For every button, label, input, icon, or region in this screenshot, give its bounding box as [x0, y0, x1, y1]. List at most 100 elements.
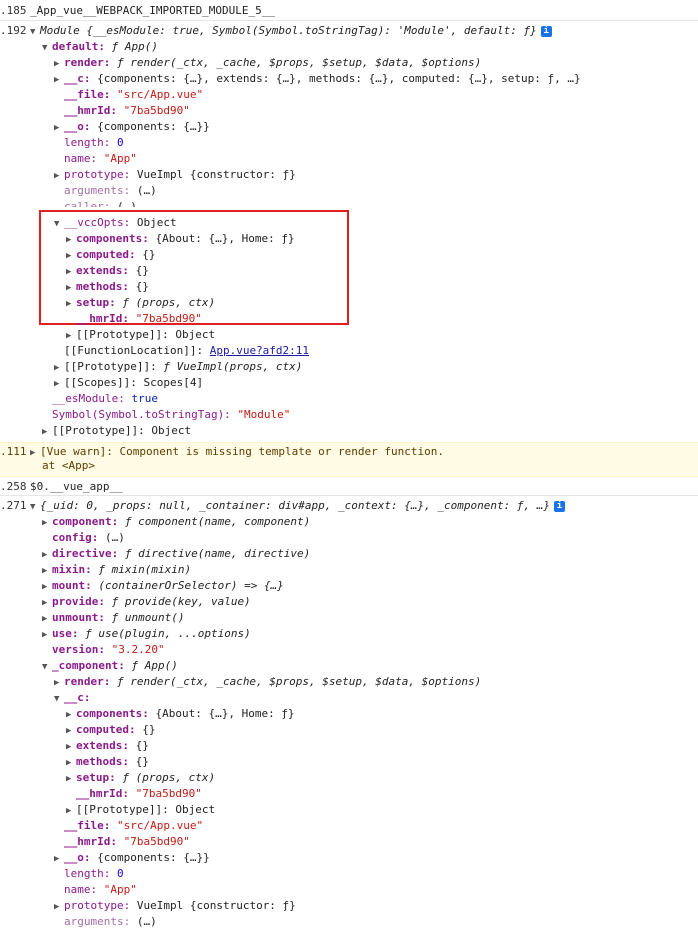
tree-row[interactable]: ▶ [[Prototype]]: Object	[0, 802, 698, 818]
expand-icon[interactable]: ▶	[66, 739, 76, 755]
tree-row[interactable]: config: (…)	[0, 530, 698, 546]
tree-row[interactable]: ▶ prototype: VueImpl {constructor: ƒ}	[0, 898, 698, 914]
expand-icon[interactable]: ▶	[66, 771, 76, 787]
expand-icon[interactable]: ▶	[66, 232, 76, 248]
tree-row: length: 0	[0, 866, 698, 882]
expand-icon[interactable]: ▶	[66, 328, 76, 344]
expand-icon[interactable]: ▶	[54, 72, 64, 88]
collapse-icon[interactable]: ▼	[54, 691, 64, 707]
tree-row[interactable]: ▼ default: ƒ App()	[0, 39, 698, 55]
tree-row[interactable]: ▶ extends: {}	[0, 263, 698, 279]
tree-row[interactable]: ▶ [[Prototype]]: Object	[0, 327, 698, 343]
expand-icon[interactable]: ▶	[54, 120, 64, 136]
tree-row[interactable]: ▶ render: ƒ render(_ctx, _cache, $props, …	[0, 674, 698, 690]
prop-key: computed:	[76, 248, 136, 261]
expand-icon[interactable]: ▶	[42, 627, 52, 643]
tree-row[interactable]: ▶ mount: (containerOrSelector) => {…}	[0, 578, 698, 594]
tree-row[interactable]: ▶ [[Scopes]]: Scopes[4]	[0, 375, 698, 391]
expand-icon[interactable]: ▶	[54, 376, 64, 392]
tree-row[interactable]: ▶ [[Prototype]]: Object	[0, 423, 698, 439]
tree-row[interactable]: ▶ component: ƒ component(name, component)	[0, 514, 698, 530]
tree-row[interactable]: ▼ __vccOpts: Object	[0, 215, 698, 231]
prop-value: "7ba5bd90"	[123, 835, 190, 848]
info-icon[interactable]: i	[553, 500, 565, 512]
expand-icon[interactable]: ▶	[42, 515, 52, 531]
expand-icon[interactable]: ▶	[54, 675, 64, 691]
tree-row[interactable]: ▶ __o: {components: {…}}	[0, 850, 698, 866]
prop-key: __file:	[64, 88, 111, 101]
expand-icon[interactable]: ▶	[42, 424, 52, 440]
tree-row[interactable]: arguments: (…)	[0, 914, 698, 930]
expand-icon[interactable]: ▶	[54, 168, 64, 184]
tree-row[interactable]: ▼ _component: ƒ App()	[0, 658, 698, 674]
tree-row: __hmrId: "7ba5bd90"	[0, 834, 698, 850]
tree-row[interactable]: ▶ __o: {components: {…}}	[0, 119, 698, 135]
prop-value: ƒ component(name, component)	[124, 515, 311, 528]
tree-row[interactable]: ▶ setup: ƒ (props, ctx)	[0, 770, 698, 786]
tree-row[interactable]: ▶ computed: {}	[0, 722, 698, 738]
tree-row[interactable]: ▶ unmount: ƒ unmount()	[0, 610, 698, 626]
expand-icon[interactable]: ▶	[42, 611, 52, 627]
tree-row[interactable]: ▶ components: {About: {…}, Home: ƒ}	[0, 231, 698, 247]
line-prefix: .192	[0, 24, 27, 37]
tree-row[interactable]: ▶ prototype: VueImpl {constructor: ƒ}	[0, 167, 698, 183]
info-icon[interactable]: i	[540, 25, 552, 37]
tree-row[interactable]: ▶ methods: {}	[0, 279, 698, 295]
prop-key: __esModule:	[52, 392, 125, 405]
tree-row[interactable]: arguments: (…)	[0, 183, 698, 199]
expand-icon[interactable]: ▶	[66, 723, 76, 739]
tree-row[interactable]: ▶ components: {About: {…}, Home: ƒ}	[0, 706, 698, 722]
prop-value: {}	[135, 264, 149, 277]
source-link[interactable]: App.vue?afd2:11	[210, 344, 309, 357]
prop-value: ƒ mixin(mixin)	[98, 563, 192, 576]
expand-icon[interactable]: ▶	[66, 280, 76, 296]
expand-icon[interactable]: ▶	[42, 579, 52, 595]
tree-row[interactable]: ▶ use: ƒ use(plugin, ...options)	[0, 626, 698, 642]
lazy-value[interactable]: (…)	[117, 200, 137, 207]
expand-icon[interactable]: ▶	[66, 296, 76, 312]
expand-icon[interactable]: ▶	[66, 248, 76, 264]
warning-location: at <App>	[42, 459, 95, 472]
collapse-icon[interactable]: ▼	[54, 216, 64, 232]
expand-icon[interactable]: ▶	[54, 56, 64, 72]
tree-row[interactable]: ▶ mixin: ƒ mixin(mixin)	[0, 562, 698, 578]
tree-row[interactable]: .192 ▼ Module {__esModule: true, Symbol(S…	[0, 23, 698, 39]
collapse-icon[interactable]: ▼	[42, 659, 52, 675]
expand-icon[interactable]: ▶	[66, 707, 76, 723]
prop-value: ƒ App()	[111, 40, 158, 53]
tree-row[interactable]: ▶ [[Prototype]]: ƒ VueImpl(props, ctx)	[0, 359, 698, 375]
tree-row[interactable]: ▶ provide: ƒ provide(key, value)	[0, 594, 698, 610]
tree-row[interactable]: ▶ __c: {components: {…}, extends: {…}, me…	[0, 71, 698, 87]
expand-icon[interactable]: ▶	[42, 563, 52, 579]
tree-row[interactable]: ▶ computed: {}	[0, 247, 698, 263]
collapse-icon[interactable]: ▼	[30, 499, 40, 515]
tree-row[interactable]: ▶ render: ƒ render(_ctx, _cache, $props, …	[0, 55, 698, 71]
expand-icon[interactable]: ▶	[54, 360, 64, 376]
expand-icon[interactable]: ▶	[42, 547, 52, 563]
expand-icon[interactable]: ▶	[66, 803, 76, 819]
expand-icon[interactable]: ▶	[54, 899, 64, 915]
prop-value: VueImpl {constructor: ƒ}	[136, 899, 296, 912]
prop-key: render:	[64, 56, 111, 69]
tree-row[interactable]: .271 ▼ {_uid: 0, _props: null, _container…	[0, 498, 698, 514]
expand-icon[interactable]: ▶	[66, 264, 76, 280]
tree-row: __file: "src/App.vue"	[0, 818, 698, 834]
tree-row: name: "App"	[0, 882, 698, 898]
expand-icon[interactable]: ▶	[66, 755, 76, 771]
tree-row[interactable]: ▶ setup: ƒ (props, ctx)	[0, 295, 698, 311]
collapse-icon[interactable]: ▼	[42, 40, 52, 56]
tree-row[interactable]: ▶ directive: ƒ directive(name, directive)	[0, 546, 698, 562]
collapse-icon[interactable]: ▼	[30, 24, 40, 40]
prop-value: "7ba5bd90"	[135, 312, 202, 325]
tree-row[interactable]: ▼ __c:	[0, 690, 698, 706]
lazy-value[interactable]: (…)	[137, 184, 157, 197]
prop-key: default:	[52, 40, 105, 53]
tree-row[interactable]: ▶ methods: {}	[0, 754, 698, 770]
tree-row: Symbol(Symbol.toStringTag): "Module"	[0, 407, 698, 423]
expand-icon[interactable]: ▶	[42, 595, 52, 611]
tree-row[interactable]: ▶ extends: {}	[0, 738, 698, 754]
lazy-value[interactable]: (…)	[137, 915, 157, 928]
expand-icon[interactable]: ▶	[54, 851, 64, 867]
tree-row[interactable]: caller: (…)	[0, 199, 698, 207]
lazy-value[interactable]: (…)	[105, 531, 125, 544]
